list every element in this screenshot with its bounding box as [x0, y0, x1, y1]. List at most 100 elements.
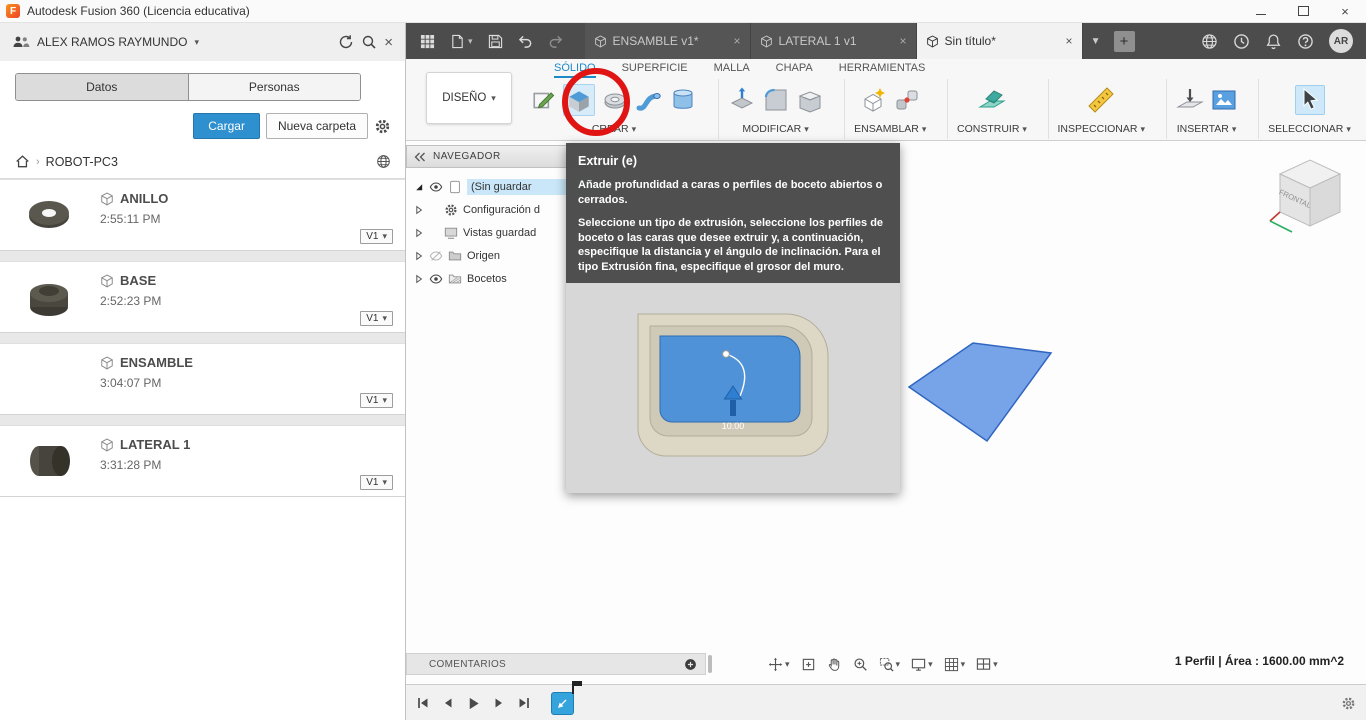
group-label-ensamblar[interactable]: ENSAMBLAR ▾: [854, 123, 926, 135]
ribbon-tab-malla[interactable]: MALLA: [714, 62, 750, 78]
help-icon[interactable]: [1297, 33, 1314, 50]
timeline-skip-end-button[interactable]: [517, 696, 531, 710]
user-avatar[interactable]: AR: [1329, 29, 1353, 53]
tab-personas[interactable]: Personas: [187, 74, 360, 100]
timeline-skip-start-button[interactable]: [416, 696, 430, 710]
timeline-sketch-feature[interactable]: [551, 680, 582, 715]
data-panel-tabs: Datos Personas: [15, 73, 361, 101]
orbit-pan-button[interactable]: ▾: [768, 657, 790, 672]
fillet-tool[interactable]: [762, 86, 790, 114]
new-tab-button[interactable]: +: [1113, 30, 1135, 52]
viewports-button[interactable]: ▾: [976, 657, 998, 672]
undo-icon[interactable]: [518, 34, 533, 49]
notifications-bell-icon[interactable]: [1265, 33, 1282, 50]
visibility-off-eye-icon[interactable]: [429, 249, 443, 263]
globe-icon[interactable]: [376, 154, 391, 169]
tree-expand-icon[interactable]: [414, 182, 424, 192]
group-label-crear[interactable]: CREAR ▾: [592, 123, 636, 135]
tree-collapsed-icon[interactable]: [414, 274, 424, 284]
search-icon[interactable]: [361, 34, 377, 50]
file-menu-button[interactable]: ▾: [450, 34, 473, 49]
grid-snap-button[interactable]: ▾: [944, 657, 965, 672]
ribbon-tab-herramientas[interactable]: HERRAMIENTAS: [839, 62, 926, 78]
minimize-button[interactable]: [1240, 0, 1282, 22]
refresh-icon[interactable]: [338, 34, 354, 50]
sketch-profile[interactable]: [901, 337, 1061, 447]
doc-tab-ensamble[interactable]: ENSAMBLE v1* ×: [584, 23, 751, 59]
version-dropdown[interactable]: V1 ▾: [360, 393, 393, 408]
group-label-seleccionar[interactable]: SELECCIONAR ▾: [1268, 123, 1351, 135]
group-label-inspeccionar[interactable]: INSPECCIONAR ▾: [1058, 123, 1145, 135]
extrude-tool[interactable]: [563, 84, 595, 116]
model-canvas[interactable]: NAVEGADOR (Sin guardar Configuración d V…: [406, 141, 1366, 684]
tree-collapsed-icon[interactable]: [414, 251, 424, 261]
redo-icon[interactable]: [548, 34, 563, 49]
doc-tab-sin-titulo[interactable]: Sin título* ×: [916, 23, 1083, 59]
job-status-clock-icon[interactable]: [1233, 33, 1250, 50]
joint-tool[interactable]: [893, 86, 921, 114]
press-pull-tool[interactable]: [728, 86, 756, 114]
group-label-insertar[interactable]: INSERTAR ▾: [1177, 123, 1237, 135]
doc-tab-lateral1[interactable]: LATERAL 1 v1 ×: [750, 23, 917, 59]
ribbon-tab-superficie[interactable]: SUPERFICIE: [622, 62, 688, 78]
insert-canvas-tool[interactable]: [1210, 86, 1238, 114]
visibility-eye-icon[interactable]: [429, 272, 443, 286]
timeline-step-back-button[interactable]: [441, 696, 455, 710]
tree-collapsed-icon[interactable]: [414, 228, 424, 238]
revolve-tool[interactable]: [601, 86, 629, 114]
close-tab-icon[interactable]: ×: [900, 34, 907, 48]
list-item-anillo[interactable]: ANILLO 2:55:11 PM V1 ▾: [0, 179, 405, 251]
version-dropdown[interactable]: V1 ▾: [360, 229, 393, 244]
extensions-globe-icon[interactable]: [1201, 33, 1218, 50]
version-dropdown[interactable]: V1 ▾: [360, 311, 393, 326]
fit-view-button[interactable]: [801, 657, 816, 672]
create-sketch-tool[interactable]: [531, 87, 557, 113]
close-panel-icon[interactable]: ×: [384, 34, 393, 51]
user-name[interactable]: ALEX RAMOS RAYMUNDO: [37, 35, 187, 49]
maximize-button[interactable]: [1282, 0, 1324, 22]
app-grid-icon[interactable]: [420, 34, 435, 49]
chevron-down-icon[interactable]: ▾: [194, 37, 199, 48]
shell-tool[interactable]: [796, 86, 824, 114]
save-icon[interactable]: [488, 34, 503, 49]
panel-settings-gear-icon[interactable]: [374, 118, 391, 135]
tree-collapsed-icon[interactable]: [414, 205, 424, 215]
visibility-eye-icon[interactable]: [429, 180, 443, 194]
close-tab-icon[interactable]: ×: [1066, 34, 1073, 48]
new-folder-button[interactable]: Nueva carpeta: [265, 113, 368, 139]
home-icon[interactable]: [15, 154, 30, 169]
version-dropdown[interactable]: V1 ▾: [360, 475, 393, 490]
collapse-panel-icon[interactable]: [414, 152, 426, 162]
timeline-play-button[interactable]: [466, 696, 481, 711]
close-button[interactable]: ×: [1324, 0, 1366, 22]
loft-tool[interactable]: [669, 86, 697, 114]
zoom-button[interactable]: [853, 657, 868, 672]
tab-list-dropdown[interactable]: ▼: [1083, 23, 1109, 59]
list-item-lateral1[interactable]: LATERAL 1 3:31:28 PM V1 ▾: [0, 425, 405, 497]
ribbon-tab-chapa[interactable]: CHAPA: [776, 62, 813, 78]
new-component-tool[interactable]: [859, 86, 887, 114]
list-item-ensamble[interactable]: ENSAMBLE 3:04:07 PM V1 ▾: [0, 343, 405, 415]
group-label-modificar[interactable]: MODIFICAR ▾: [742, 123, 808, 135]
pan-hand-button[interactable]: [827, 657, 842, 672]
close-tab-icon[interactable]: ×: [734, 34, 741, 48]
list-item-base[interactable]: BASE 2:52:23 PM V1 ▾: [0, 261, 405, 333]
timeline-settings-gear-icon[interactable]: [1341, 696, 1356, 711]
add-comment-icon[interactable]: [684, 658, 697, 671]
workspace-selector[interactable]: DISEÑO ▾: [426, 72, 512, 124]
select-tool[interactable]: [1294, 85, 1325, 115]
breadcrumb-project[interactable]: ROBOT-PC3: [46, 155, 118, 169]
comments-bar[interactable]: COMENTARIOS: [406, 653, 706, 675]
upload-button[interactable]: Cargar: [193, 113, 260, 139]
timeline-step-forward-button[interactable]: [492, 696, 506, 710]
construct-plane-tool[interactable]: [977, 86, 1007, 114]
sweep-tool[interactable]: [635, 86, 663, 114]
display-settings-button[interactable]: ▾: [911, 657, 933, 672]
measure-tool[interactable]: [1087, 86, 1115, 114]
ribbon-tab-solido[interactable]: SÓLIDO: [554, 62, 596, 78]
zoom-window-button[interactable]: ▾: [879, 657, 900, 672]
viewcube[interactable]: FRONTAL: [1264, 147, 1354, 242]
group-label-construir[interactable]: CONSTRUIR ▾: [957, 123, 1027, 135]
insert-derive-tool[interactable]: [1175, 86, 1204, 114]
tab-datos[interactable]: Datos: [16, 74, 188, 100]
